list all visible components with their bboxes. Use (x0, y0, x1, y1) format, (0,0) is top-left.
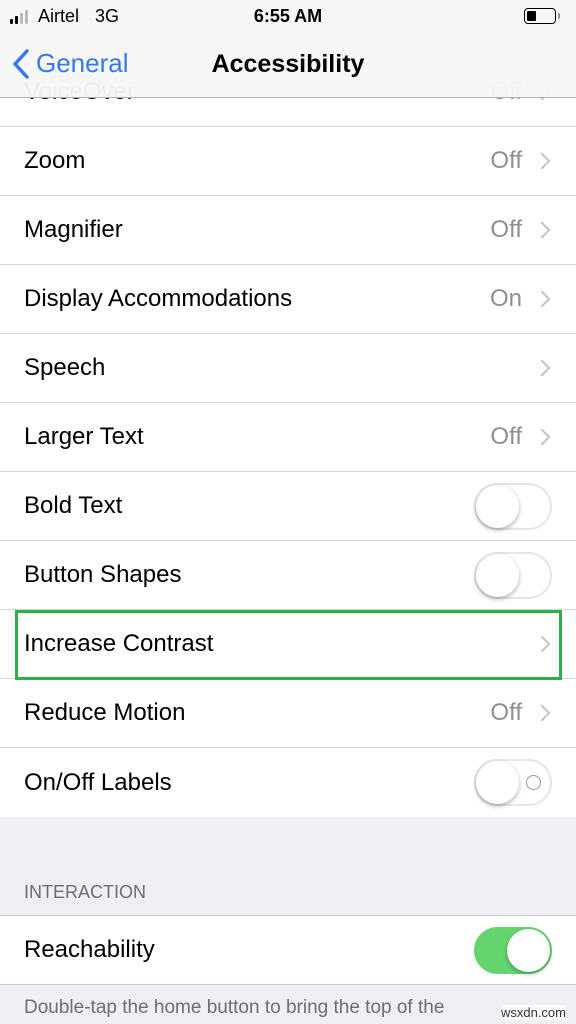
row-value: On (489, 285, 522, 312)
row-reduce-motion[interactable]: Reduce Motion Off (0, 679, 576, 748)
row-magnifier[interactable]: Magnifier Off (0, 196, 576, 265)
row-reachability[interactable]: Reachability (0, 916, 576, 984)
chevron-right-icon (533, 635, 551, 653)
toggle-switch[interactable] (474, 551, 552, 599)
row-value: Off (490, 423, 522, 450)
row-speech[interactable]: Speech (0, 334, 576, 403)
chevron-right-icon (533, 704, 551, 722)
chevron-right-icon (533, 428, 551, 446)
row-on-off-labels[interactable]: On/Off Labels (0, 748, 576, 817)
chevron-right-icon (533, 359, 551, 377)
chevron-right-icon (533, 290, 551, 308)
settings-list: VoiceOver Off ZoomOffMagnifierOffDisplay… (0, 58, 576, 817)
row-zoom[interactable]: Zoom Off (0, 127, 576, 196)
row-increase-contrast[interactable]: Increase Contrast (0, 610, 576, 679)
status-bar: Airtel 3G 6:55 AM (0, 0, 576, 32)
watermark: wsxdn.com (500, 1005, 566, 1020)
row-button-shapes[interactable]: Button Shapes (0, 541, 576, 610)
page-title: Accessibility (211, 50, 365, 78)
section-header-interaction: INTERACTION (24, 882, 147, 902)
toggle-switch[interactable] (474, 759, 552, 806)
battery-icon (524, 8, 560, 24)
row-value: Off (490, 216, 522, 243)
toggle-knob (476, 553, 519, 597)
row-value: Off (490, 699, 522, 726)
reachability-footer: Double-tap the home button to bring the … (24, 997, 445, 1018)
row-value: Off (490, 147, 522, 174)
toggle-switch[interactable] (474, 482, 552, 530)
chevron-right-icon (533, 152, 551, 170)
row-display-accommodations[interactable]: Display Accommodations On (0, 265, 576, 334)
chevron-right-icon (533, 221, 551, 239)
row-larger-text[interactable]: Larger Text Off (0, 403, 576, 472)
row-bold-text[interactable]: Bold Text (0, 472, 576, 541)
toggle-knob (476, 484, 519, 528)
off-label-icon (526, 775, 541, 790)
clock: 6:55 AM (253, 6, 323, 26)
reachability-toggle[interactable] (474, 926, 552, 974)
toggle-knob (476, 761, 519, 804)
navigation-bar: General Accessibility (0, 32, 576, 98)
